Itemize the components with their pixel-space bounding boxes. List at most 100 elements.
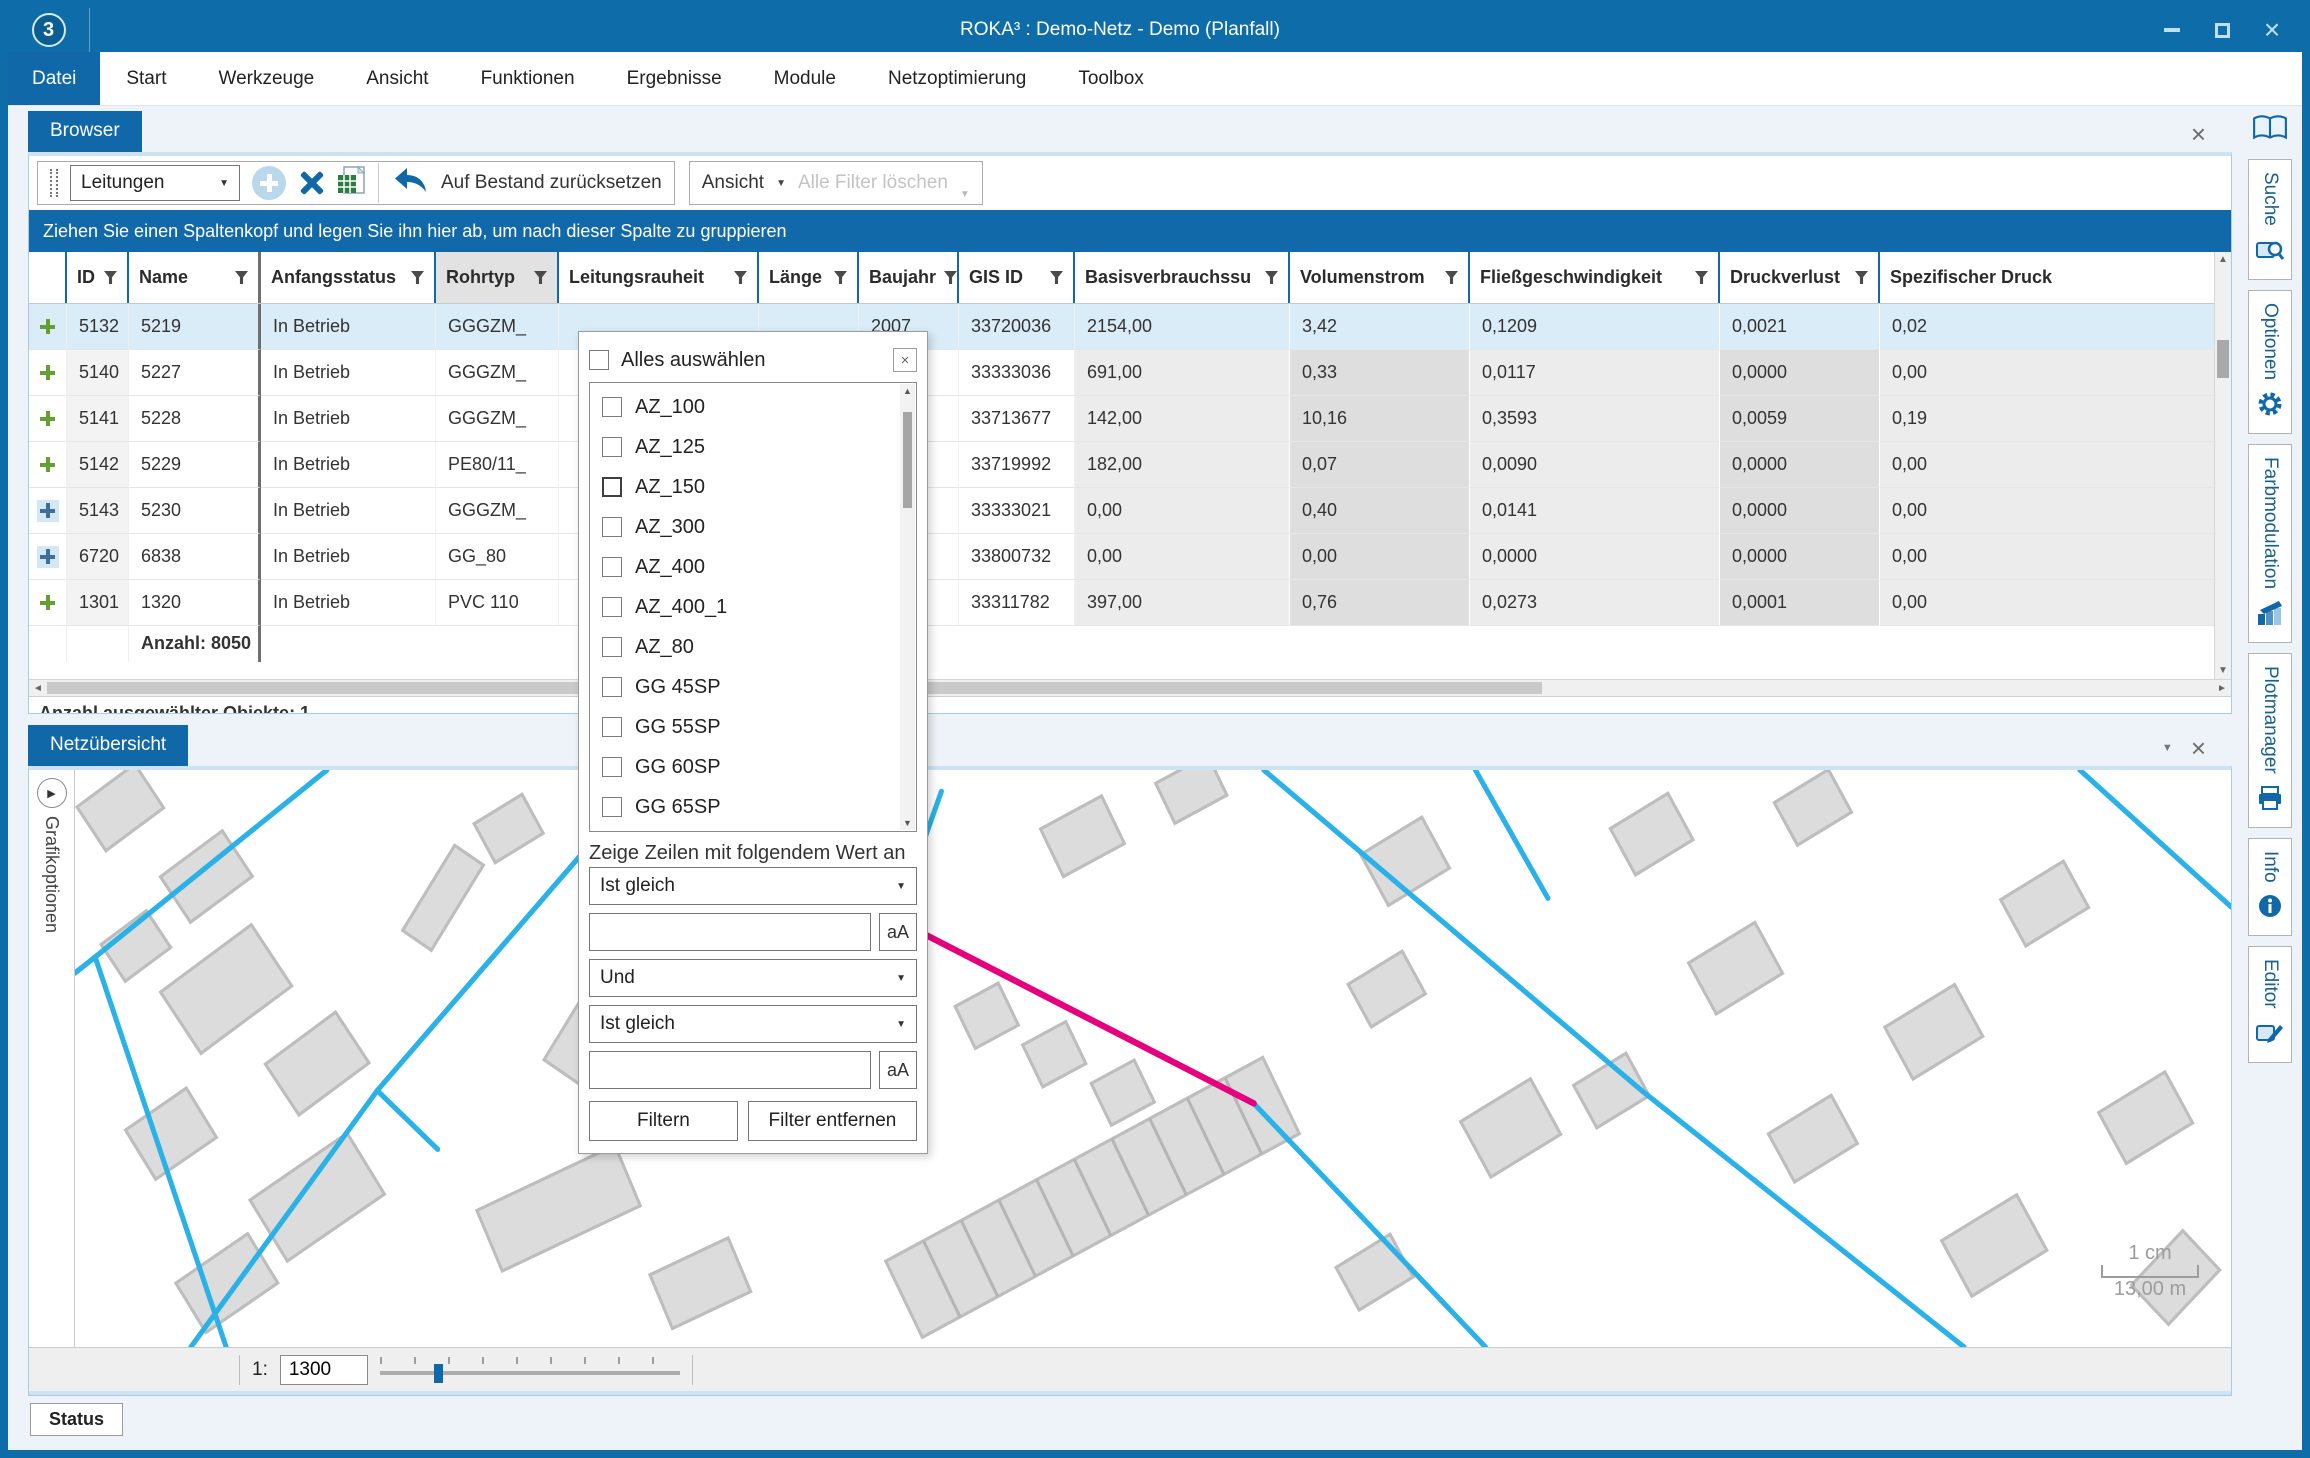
filter-list-item[interactable]: GG 60SP xyxy=(594,747,898,787)
table-cell[interactable]: 0,00 xyxy=(1880,350,2231,396)
slider-thumb[interactable] xyxy=(434,1364,443,1383)
filter-list-item[interactable]: GG 65SP xyxy=(594,787,898,827)
column-header-volumenstrom[interactable]: Volumenstrom xyxy=(1290,252,1470,303)
table-cell[interactable]: 33333036 xyxy=(959,350,1075,396)
table-cell[interactable]: In Betrieb xyxy=(261,580,436,626)
filter-list-item[interactable]: GG 55SP xyxy=(594,707,898,747)
menu-tab-datei[interactable]: Datei xyxy=(8,52,100,105)
expand-icon[interactable] xyxy=(37,316,59,338)
column-header-länge[interactable]: Länge xyxy=(759,252,859,303)
logic-select[interactable]: Und▼ xyxy=(589,959,917,997)
scroll-up-icon[interactable]: ▲ xyxy=(2218,252,2228,268)
checkbox[interactable] xyxy=(602,437,622,457)
table-cell[interactable]: GGGZM_ xyxy=(436,396,559,442)
expand-icon[interactable] xyxy=(37,454,59,476)
object-type-select[interactable]: Leitungen▼ xyxy=(70,165,240,201)
group-by-hint[interactable]: Ziehen Sie einen Spaltenkopf und legen S… xyxy=(29,210,2231,252)
table-cell[interactable]: 0,00 xyxy=(1880,442,2231,488)
menu-tab-ergebnisse[interactable]: Ergebnisse xyxy=(601,52,748,105)
table-cell[interactable]: 0,0000 xyxy=(1720,488,1880,534)
table-cell[interactable]: In Betrieb xyxy=(261,396,436,442)
table-cell[interactable]: 5230 xyxy=(129,488,261,534)
scroll-left-icon[interactable]: ◄ xyxy=(29,683,47,694)
row-expander-cell[interactable] xyxy=(29,442,67,488)
checkbox[interactable] xyxy=(602,797,622,817)
select-all-checkbox[interactable] xyxy=(589,350,609,370)
view-menu-button[interactable]: Ansicht xyxy=(702,172,764,194)
table-cell[interactable]: 142,00 xyxy=(1075,396,1290,442)
menu-tab-funktionen[interactable]: Funktionen xyxy=(455,52,601,105)
table-cell[interactable]: 0,00 xyxy=(1880,488,2231,534)
menu-tab-start[interactable]: Start xyxy=(100,52,192,105)
table-cell[interactable]: 1320 xyxy=(129,580,261,626)
table-cell[interactable]: 3,42 xyxy=(1290,304,1470,350)
filter-list-item[interactable]: AZ_150 xyxy=(594,467,898,507)
filter-list-item[interactable]: AZ_80 xyxy=(594,627,898,667)
map-close-icon[interactable]: × xyxy=(2191,738,2206,758)
table-cell[interactable]: 0,0000 xyxy=(1720,350,1880,396)
table-row[interactable]: 51425229In BetriebPE80/11_20073371999218… xyxy=(29,442,2231,488)
expand-icon[interactable] xyxy=(37,500,59,522)
table-cell[interactable]: 0,0059 xyxy=(1720,396,1880,442)
column-header-druckverlust[interactable]: Druckverlust xyxy=(1720,252,1880,303)
checkbox[interactable] xyxy=(602,717,622,737)
filter-icon[interactable] xyxy=(534,271,547,284)
menu-tab-ansicht[interactable]: Ansicht xyxy=(340,52,454,105)
filter-list-item[interactable]: AZ_125 xyxy=(594,427,898,467)
scrollbar-thumb[interactable] xyxy=(903,412,912,508)
table-cell[interactable]: 6720 xyxy=(67,534,129,580)
popup-close-icon[interactable]: × xyxy=(893,348,917,372)
table-cell[interactable]: 0,40 xyxy=(1290,488,1470,534)
scroll-down-icon[interactable]: ▼ xyxy=(2218,663,2228,679)
column-header-spezifischer-druck[interactable]: Spezifischer Druck xyxy=(1880,252,2231,303)
zoom-slider[interactable] xyxy=(380,1355,680,1385)
table-cell[interactable]: GGGZM_ xyxy=(436,304,559,350)
table-cell[interactable]: 0,0000 xyxy=(1720,534,1880,580)
filter-icon[interactable] xyxy=(1445,271,1458,284)
table-cell[interactable]: 5227 xyxy=(129,350,261,396)
table-cell[interactable]: 5228 xyxy=(129,396,261,442)
column-header-anfangsstatus[interactable]: Anfangsstatus xyxy=(261,252,436,303)
table-row[interactable]: 13011320In BetriebPVC 110197233311782397… xyxy=(29,580,2231,626)
scale-input[interactable] xyxy=(280,1355,368,1385)
drag-grip-icon[interactable] xyxy=(50,169,58,197)
undo-icon[interactable] xyxy=(391,166,429,201)
filter-icon[interactable] xyxy=(1695,271,1708,284)
table-cell[interactable]: 0,1209 xyxy=(1470,304,1720,350)
filter-list-item[interactable]: AZ_300 xyxy=(594,507,898,547)
table-cell[interactable]: 33719992 xyxy=(959,442,1075,488)
checkbox[interactable] xyxy=(602,757,622,777)
table-cell[interactable]: 0,00 xyxy=(1075,488,1290,534)
table-cell[interactable]: 0,00 xyxy=(1075,534,1290,580)
table-cell[interactable]: 0,19 xyxy=(1880,396,2231,442)
column-header-rohrtyp[interactable]: Rohrtyp xyxy=(436,252,559,303)
row-expander-cell[interactable] xyxy=(29,534,67,580)
sidebar-tab-farbmodulation[interactable]: Farbmodulation xyxy=(2248,444,2292,643)
browser-close-icon[interactable]: × xyxy=(2191,124,2206,144)
table-cell[interactable]: In Betrieb xyxy=(261,304,436,350)
checkbox[interactable] xyxy=(602,557,622,577)
table-cell[interactable]: 0,0000 xyxy=(1470,534,1720,580)
checkbox[interactable] xyxy=(602,397,622,417)
menu-tab-toolbox[interactable]: Toolbox xyxy=(1052,52,1170,105)
table-cell[interactable]: 5141 xyxy=(67,396,129,442)
filter-icon[interactable] xyxy=(104,271,117,284)
table-row[interactable]: 51325219In BetriebGGGZM_2007337200362154… xyxy=(29,304,2231,350)
table-cell[interactable]: 5132 xyxy=(67,304,129,350)
table-cell[interactable]: 0,00 xyxy=(1880,580,2231,626)
row-expander-cell[interactable] xyxy=(29,488,67,534)
filter-icon[interactable] xyxy=(734,271,747,284)
column-header-basisverbrauchssu[interactable]: Basisverbrauchssu xyxy=(1075,252,1290,303)
table-cell[interactable]: 2154,00 xyxy=(1075,304,1290,350)
maximize-button[interactable] xyxy=(2200,15,2244,45)
table-cell[interactable]: 0,00 xyxy=(1880,534,2231,580)
minimize-button[interactable] xyxy=(2150,15,2194,45)
menu-tab-module[interactable]: Module xyxy=(748,52,862,105)
table-cell[interactable]: 33311782 xyxy=(959,580,1075,626)
row-expander-cell[interactable] xyxy=(29,304,67,350)
menu-tab-werkzeuge[interactable]: Werkzeuge xyxy=(192,52,340,105)
remove-filter-button[interactable]: Filter entfernen xyxy=(748,1101,917,1141)
filter-list-item[interactable]: AZ_400 xyxy=(594,547,898,587)
table-cell[interactable]: In Betrieb xyxy=(261,350,436,396)
column-header-name[interactable]: Name xyxy=(129,252,261,303)
